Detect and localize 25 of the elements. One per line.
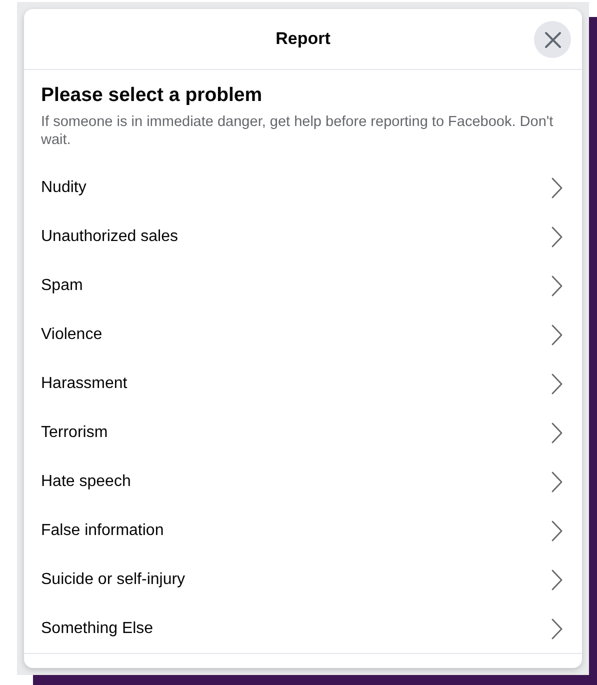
help-text: If someone is in immediate danger, get help before reporting to Facebook. Don't wait. bbox=[41, 113, 554, 149]
chevron-right-icon bbox=[551, 520, 563, 542]
problem-option[interactable]: False information bbox=[24, 506, 582, 555]
problem-option[interactable]: Something Else bbox=[24, 604, 582, 653]
chevron-right-icon bbox=[551, 422, 563, 444]
chevron-right-icon bbox=[551, 176, 563, 198]
section-heading: Please select a problem bbox=[41, 84, 264, 107]
problem-option[interactable]: Unauthorized sales bbox=[24, 212, 582, 261]
problem-option[interactable]: Suicide or self-injury bbox=[24, 555, 582, 604]
chevron-right-icon bbox=[551, 274, 563, 296]
close-button[interactable] bbox=[534, 21, 571, 58]
problem-option[interactable]: Nudity bbox=[24, 163, 582, 212]
chevron-right-icon bbox=[551, 324, 563, 346]
problem-option[interactable]: Hate speech bbox=[24, 457, 582, 506]
dialog-title: Report bbox=[276, 29, 330, 49]
problem-option[interactable]: Terrorism bbox=[24, 408, 582, 457]
close-icon bbox=[544, 30, 562, 48]
problem-option[interactable]: Harassment bbox=[24, 359, 582, 408]
chevron-right-icon bbox=[551, 226, 563, 248]
chevron-right-icon bbox=[551, 372, 563, 394]
chevron-right-icon bbox=[551, 618, 563, 640]
chevron-right-icon bbox=[551, 470, 563, 492]
problem-option[interactable]: Violence bbox=[24, 310, 582, 359]
chevron-right-icon bbox=[551, 568, 563, 590]
problem-option[interactable]: Spam bbox=[24, 261, 582, 310]
